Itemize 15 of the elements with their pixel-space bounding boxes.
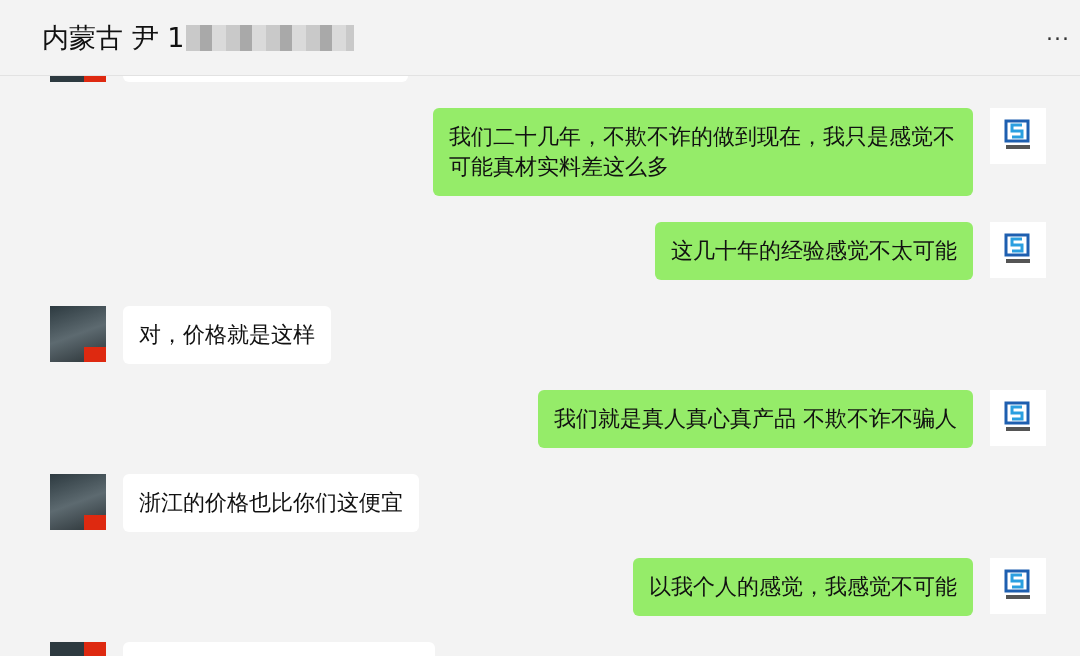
company-logo-icon xyxy=(990,390,1046,446)
message-bubble: 这几十年的经验感觉不太可能 xyxy=(655,222,973,280)
avatar-photo xyxy=(50,306,106,362)
avatar-photo xyxy=(50,474,106,530)
company-logo-icon xyxy=(990,108,1046,164)
message-bubble: 以我个人的感觉，我感觉不可能 xyxy=(633,558,973,616)
company-logo-icon xyxy=(990,222,1046,278)
chat-title: 内蒙古 尹 1 xyxy=(42,20,185,55)
company-logo-icon xyxy=(990,558,1046,614)
message-bubble: 浙江的价格也比你们这便宜 xyxy=(123,474,419,532)
avatar-photo xyxy=(50,76,106,82)
message-bubble: 我们二十几年，不欺不诈的做到现在，我只是感觉不可能真材实料差这么多 xyxy=(433,108,973,196)
message-bubble: 对，价格就是这样 xyxy=(123,306,331,364)
message-bubble: 我们就是真人真心真产品 不欺不诈不骗人 xyxy=(538,390,973,448)
more-button[interactable]: ··· xyxy=(1046,26,1070,51)
